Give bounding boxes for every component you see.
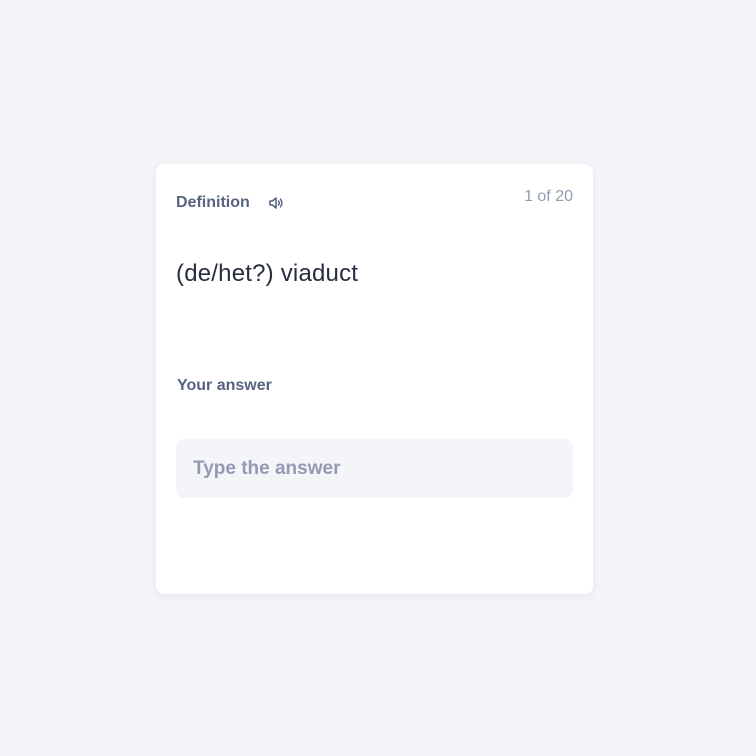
card-header: Definition [176, 194, 285, 212]
section-label: Definition [176, 194, 250, 211]
audio-button[interactable] [267, 194, 285, 212]
progress-counter: 1 of 20 [524, 188, 573, 205]
flashcard: Definition 1 of 20 (de/het?) viaduct You… [156, 164, 593, 594]
answer-label: Your answer [177, 377, 272, 394]
speaker-icon [268, 195, 284, 211]
answer-input[interactable] [176, 439, 573, 498]
term-text: (de/het?) viaduct [176, 260, 359, 287]
